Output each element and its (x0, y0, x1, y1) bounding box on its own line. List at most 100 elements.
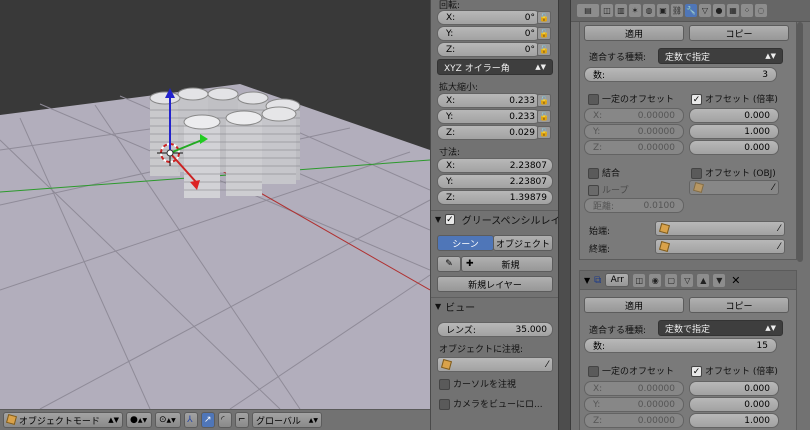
view-panel-header[interactable]: ▼ ビュー (431, 297, 558, 315)
constant-offset-y-field[interactable]: Y: 0.00000 (584, 124, 684, 139)
lock-icon[interactable]: 🔓 (537, 27, 551, 40)
particles-tab-icon[interactable]: ⁘ (741, 4, 753, 17)
dimension-x-field[interactable]: X: 2.23807 (437, 158, 553, 173)
render-toggle-icon[interactable]: ◫ (633, 273, 646, 287)
properties-scrollbar[interactable] (797, 22, 803, 262)
first-last-checkbox[interactable] (588, 185, 599, 196)
render-layers-tab-icon[interactable]: ▥ (615, 4, 627, 17)
lock-cursor-checkbox[interactable] (439, 379, 450, 390)
merge-distance-field[interactable]: 距離: 0.0100 (584, 198, 684, 213)
scale-x-field[interactable]: X: 0.233 (437, 93, 541, 108)
modifier-name-field[interactable]: Arr (605, 273, 630, 287)
on-cage-toggle-icon[interactable]: ▽ (681, 273, 694, 287)
lens-field[interactable]: レンズ: 35.000 (437, 322, 553, 337)
relative-offset-option[interactable]: ✓ オフセット (倍率) (691, 92, 778, 105)
eyedropper-icon[interactable]: ⁄ (772, 183, 774, 193)
modifiers-tab-icon[interactable]: 🔧 (685, 4, 697, 17)
lock-camera-checkbox[interactable] (439, 399, 450, 410)
constant-offset-z-field[interactable]: Z: 0.00000 (584, 140, 684, 155)
3d-viewport[interactable] (0, 0, 430, 409)
eyedropper-icon[interactable]: ⁄ (546, 360, 548, 370)
constraints-tab-icon[interactable]: ⛓ (671, 4, 683, 17)
eyedropper-icon[interactable]: ⁄ (778, 242, 780, 252)
rotate-manipulator[interactable]: ◜ (218, 412, 232, 428)
world-tab-icon[interactable]: ◍ (643, 4, 655, 17)
relative-offset-checkbox[interactable]: ✓ (691, 366, 702, 377)
scene-tab[interactable]: シーン (437, 235, 494, 251)
pivot-point-selector[interactable]: ⊙ ▲▼ (155, 412, 181, 428)
physics-tab-icon[interactable]: ◌ (755, 4, 767, 17)
fit-type-dropdown[interactable]: 定数で指定 ▲▼ (658, 48, 783, 64)
constant-offset-y-field[interactable]: Y: 0.00000 (584, 397, 684, 412)
rotation-x-field[interactable]: X: 0° (437, 10, 541, 25)
start-cap-field[interactable]: ⁄ (655, 221, 785, 236)
editor-type-icon[interactable]: ▤ (577, 4, 599, 17)
new-grease-pencil-button[interactable]: ✚ 新規 (461, 256, 553, 272)
constant-offset-checkbox[interactable] (588, 366, 599, 377)
editmode-toggle-icon[interactable]: ▢ (665, 273, 678, 287)
viewport-shading-selector[interactable]: ● ▲▼ (126, 412, 152, 428)
eyedropper-icon[interactable]: ⁄ (778, 224, 780, 234)
viewport-toggle-icon[interactable]: ◉ (649, 273, 662, 287)
move-up-icon[interactable]: ▲ (697, 273, 710, 287)
rotation-y-field[interactable]: Y: 0° (437, 26, 541, 41)
dimension-z-field[interactable]: Z: 1.39879 (437, 190, 553, 205)
relative-offset-x-field[interactable]: 0.000 (689, 381, 779, 396)
count-field[interactable]: 数: 15 (584, 338, 777, 353)
area-divider-scrollbar[interactable] (558, 0, 571, 430)
dimension-y-field[interactable]: Y: 2.23807 (437, 174, 553, 189)
lock-cursor-option[interactable]: カーソルを注視 (439, 377, 516, 390)
data-tab-icon[interactable]: ▽ (699, 4, 711, 17)
object-offset-option[interactable]: オフセット (OBJ) (691, 166, 776, 179)
relative-offset-y-field[interactable]: 1.000 (689, 124, 779, 139)
relative-offset-checkbox[interactable]: ✓ (691, 94, 702, 105)
lock-icon[interactable]: 🔓 (537, 43, 551, 56)
scale-y-field[interactable]: Y: 0.233 (437, 109, 541, 124)
constant-offset-x-field[interactable]: X: 0.00000 (584, 381, 684, 396)
relative-offset-option[interactable]: ✓ オフセット (倍率) (691, 364, 778, 377)
apply-button[interactable]: 適用 (584, 25, 684, 41)
orientation-selector[interactable]: グローバル ▲▼ (252, 412, 322, 428)
manipulator-toggle[interactable]: ⅄ (184, 412, 198, 428)
grease-pencil-panel-header[interactable]: ▼ ✓ グリースペンシルレイ (431, 210, 558, 228)
lock-camera-option[interactable]: カメラをビューにロ... (439, 397, 543, 410)
lock-icon[interactable]: 🔓 (537, 126, 551, 139)
object-offset-checkbox[interactable] (691, 168, 702, 179)
lock-icon[interactable]: 🔓 (537, 110, 551, 123)
copy-button[interactable]: コピー (689, 25, 789, 41)
mode-selector[interactable]: オブジェクトモード ▲▼ (3, 412, 123, 428)
lock-to-object-field[interactable]: ⁄ (437, 357, 553, 372)
constant-offset-option[interactable]: 一定のオフセット (588, 364, 674, 377)
constant-offset-option[interactable]: 一定のオフセット (588, 92, 674, 105)
scene-tab-icon[interactable]: ✶ (629, 4, 641, 17)
lock-icon[interactable]: 🔓 (537, 11, 551, 24)
copy-button[interactable]: コピー (689, 297, 789, 313)
constant-offset-z-field[interactable]: Z: 0.00000 (584, 413, 684, 428)
render-tab-icon[interactable]: ◫ (601, 4, 613, 17)
close-icon[interactable]: ✕ (731, 274, 740, 287)
fit-type-dropdown[interactable]: 定数で指定 ▲▼ (658, 320, 783, 336)
merge-checkbox[interactable] (588, 168, 599, 179)
offset-object-field[interactable]: ⁄ (689, 180, 779, 195)
move-down-icon[interactable]: ▼ (713, 273, 726, 287)
count-field[interactable]: 数: 3 (584, 67, 777, 82)
constant-offset-checkbox[interactable] (588, 94, 599, 105)
first-last-option[interactable]: ループ (588, 183, 628, 196)
relative-offset-z-field[interactable]: 0.000 (689, 140, 779, 155)
texture-tab-icon[interactable]: ▦ (727, 4, 739, 17)
grease-pencil-data-selector[interactable]: ✎ (437, 256, 461, 272)
rotation-z-field[interactable]: Z: 0° (437, 42, 541, 57)
object-tab[interactable]: オブジェクト (493, 235, 553, 251)
relative-offset-y-field[interactable]: 0.000 (689, 397, 779, 412)
new-layer-button[interactable]: 新規レイヤー (437, 276, 553, 292)
end-cap-field[interactable]: ⁄ (655, 239, 785, 254)
relative-offset-z-field[interactable]: 1.000 (689, 413, 779, 428)
apply-button[interactable]: 適用 (584, 297, 684, 313)
constant-offset-x-field[interactable]: X: 0.00000 (584, 108, 684, 123)
scale-manipulator[interactable]: ⌐ (235, 412, 249, 428)
object-tab-icon[interactable]: ▣ (657, 4, 669, 17)
collapse-triangle-icon[interactable]: ▼ (584, 276, 590, 285)
lock-icon[interactable]: 🔓 (537, 94, 551, 107)
relative-offset-x-field[interactable]: 0.000 (689, 108, 779, 123)
material-tab-icon[interactable]: ● (713, 4, 725, 17)
